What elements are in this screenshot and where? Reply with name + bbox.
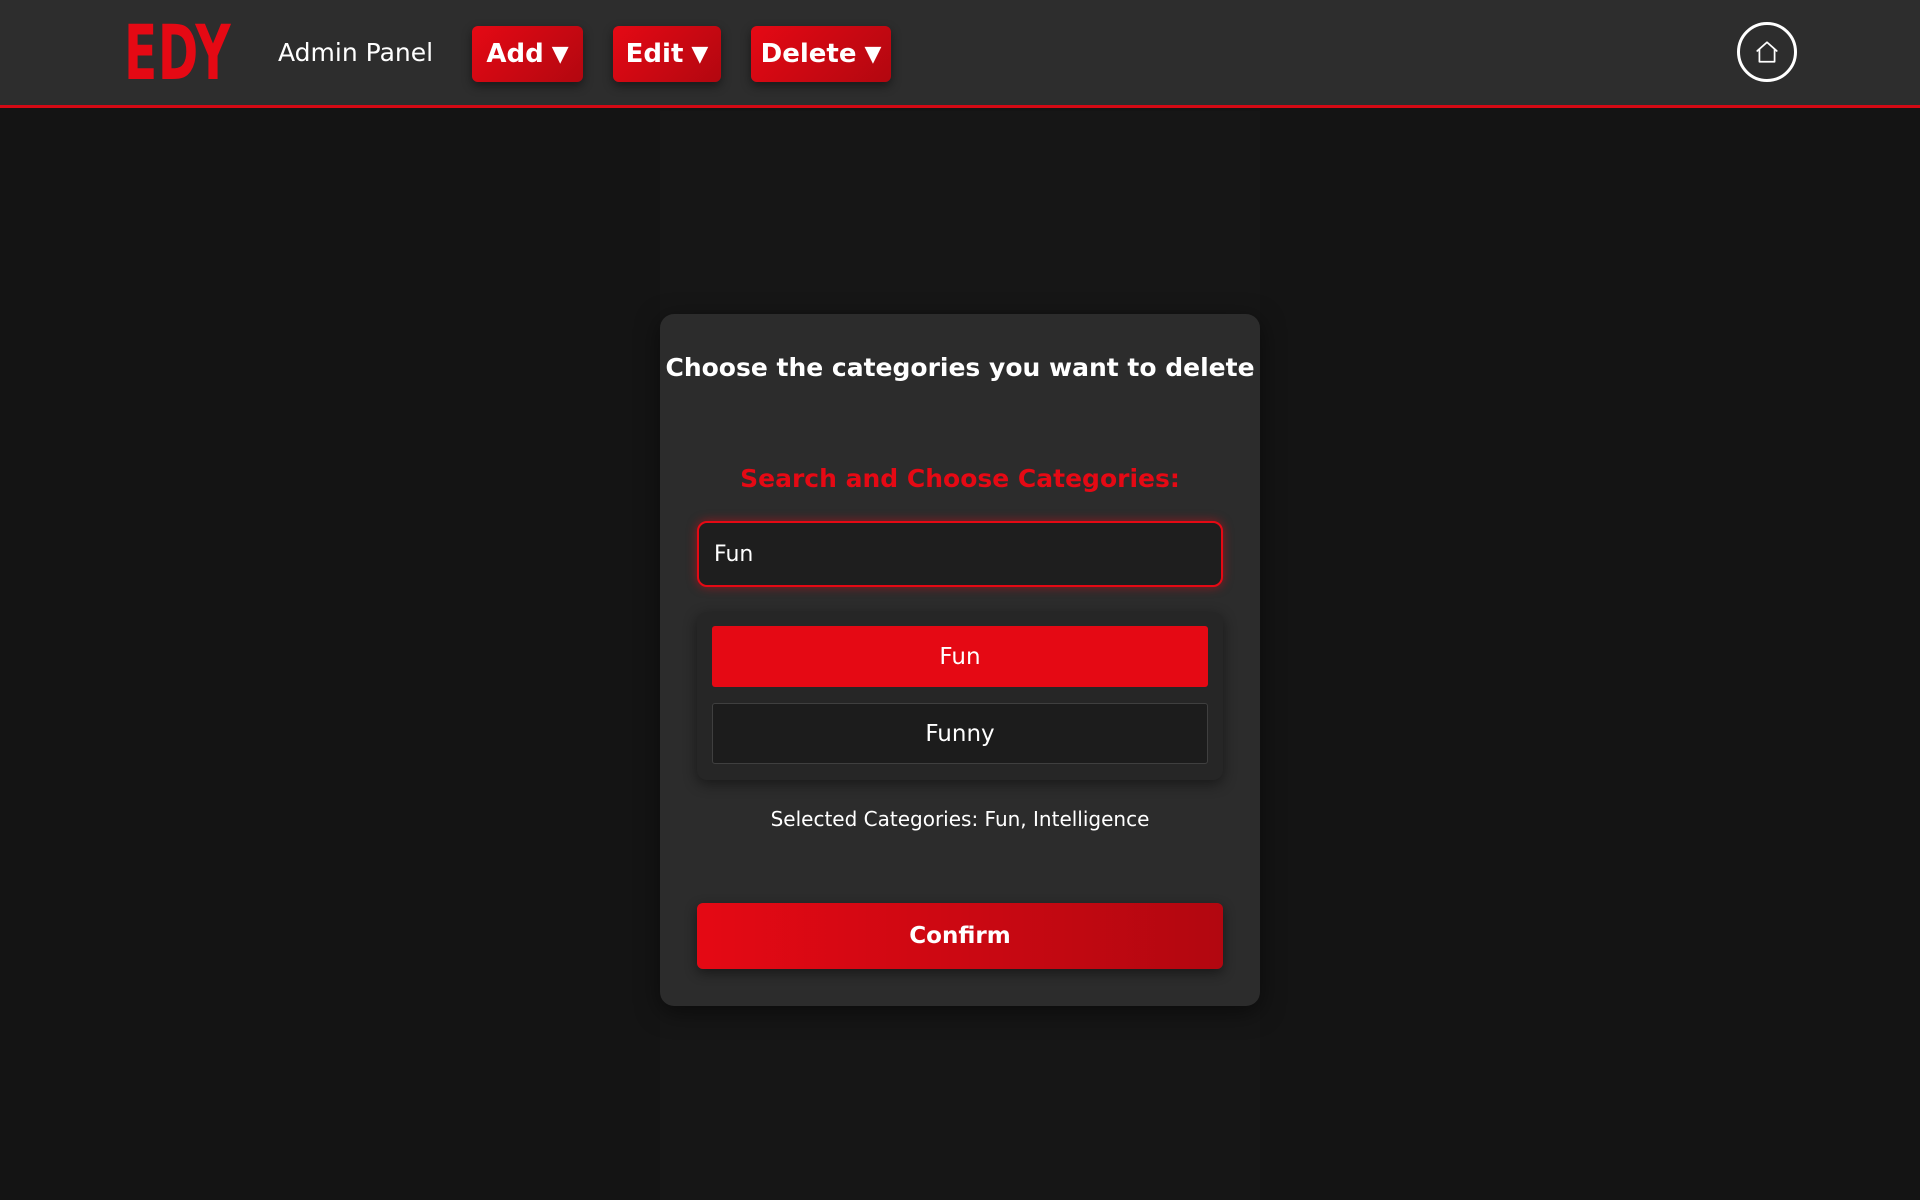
edit-menu-button[interactable]: Edit ▼ (613, 26, 721, 82)
caret-down-icon: ▼ (864, 41, 882, 67)
add-menu-label: Add (486, 39, 544, 69)
home-icon (1756, 41, 1778, 63)
top-navigation-bar: EDY Admin Panel Add ▼ Edit ▼ Delete ▼ (0, 0, 1920, 108)
delete-menu-button[interactable]: Delete ▼ (751, 26, 891, 82)
category-search-input[interactable] (697, 521, 1223, 587)
confirm-button[interactable]: Confirm (697, 903, 1223, 969)
result-item-fun[interactable]: Fun (712, 626, 1208, 687)
search-label: Search and Choose Categories: (740, 464, 1180, 493)
caret-down-icon: ▼ (691, 41, 709, 67)
admin-panel-title: Admin Panel (278, 38, 434, 67)
delete-menu-label: Delete (760, 39, 857, 69)
card-title: Choose the categories you want to delete (665, 353, 1255, 382)
selected-categories-text: Selected Categories: Fun, Intelligence (770, 807, 1150, 831)
home-button[interactable] (1737, 22, 1797, 82)
result-item-funny[interactable]: Funny (712, 703, 1208, 764)
edy-logo[interactable]: EDY (124, 15, 231, 91)
add-menu-button[interactable]: Add ▼ (472, 26, 583, 82)
edit-menu-label: Edit (625, 39, 684, 69)
caret-down-icon: ▼ (551, 41, 569, 67)
